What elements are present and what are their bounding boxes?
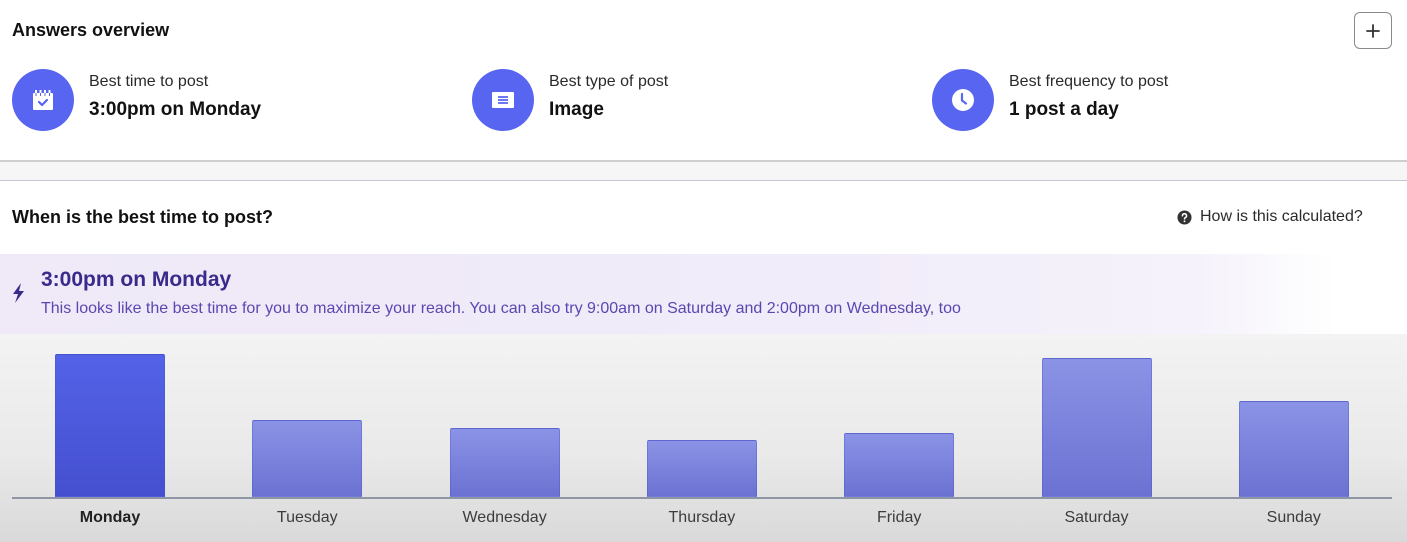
answers-overview-panel: Answers overview Best time to post 3:00p… xyxy=(0,0,1407,160)
x-tick-label: Thursday xyxy=(668,509,736,526)
help-link-label: How is this calculated? xyxy=(1200,208,1363,225)
answer-label: Best frequency to post xyxy=(1009,72,1169,90)
answer-best-type: Best type of post Image xyxy=(472,69,668,131)
answer-best-frequency: Best frequency to post 1 post a day xyxy=(932,69,1168,131)
add-button[interactable] xyxy=(1354,12,1392,49)
bar-sunday[interactable] xyxy=(1238,401,1349,497)
how-is-this-calculated-link[interactable]: How is this calculated? xyxy=(1177,208,1363,226)
best-time-section: When is the best time to post? How is th… xyxy=(0,181,1407,542)
bar-thursday[interactable] xyxy=(646,439,757,497)
x-tick-label: Monday xyxy=(79,509,141,526)
x-tick-label: Tuesday xyxy=(276,509,338,526)
bar-friday[interactable] xyxy=(844,432,955,497)
x-tick-label: Friday xyxy=(876,509,922,526)
bar-tuesday[interactable] xyxy=(252,419,363,497)
lightning-bolt-icon xyxy=(13,283,24,303)
clock-icon xyxy=(932,69,994,131)
answer-label: Best type of post xyxy=(549,72,669,90)
answer-value: 1 post a day xyxy=(1009,98,1119,120)
chart-baseline xyxy=(12,497,1392,499)
answer-value: 3:00pm on Monday xyxy=(89,98,262,120)
bar-monday[interactable] xyxy=(55,354,165,497)
answer-best-time: Best time to post 3:00pm on Monday xyxy=(12,69,261,131)
question-circle-icon xyxy=(1177,209,1192,225)
bar-saturday[interactable] xyxy=(1041,358,1152,497)
answer-label: Best time to post xyxy=(89,72,209,90)
x-tick-label: Sunday xyxy=(1266,509,1321,526)
x-tick-label: Wednesday xyxy=(462,509,547,526)
banner-description: This looks like the best time for you to… xyxy=(41,300,961,317)
post-list-icon xyxy=(472,69,534,131)
best-time-banner: 3:00pm on Monday This looks like the bes… xyxy=(0,254,1407,334)
section-gap xyxy=(0,162,1407,181)
banner-headline: 3:00pm on Monday xyxy=(41,268,232,291)
overview-title: Answers overview xyxy=(12,20,170,40)
plus-icon xyxy=(1366,23,1380,38)
x-tick-label: Saturday xyxy=(1064,509,1129,526)
answer-value: Image xyxy=(549,98,604,120)
bar-wednesday[interactable] xyxy=(449,428,560,497)
section-title: When is the best time to post? xyxy=(12,207,274,227)
calendar-check-icon xyxy=(12,69,74,131)
best-time-chart: Monday Tuesday Wednesday Thursday Friday Satu… xyxy=(0,334,1407,542)
